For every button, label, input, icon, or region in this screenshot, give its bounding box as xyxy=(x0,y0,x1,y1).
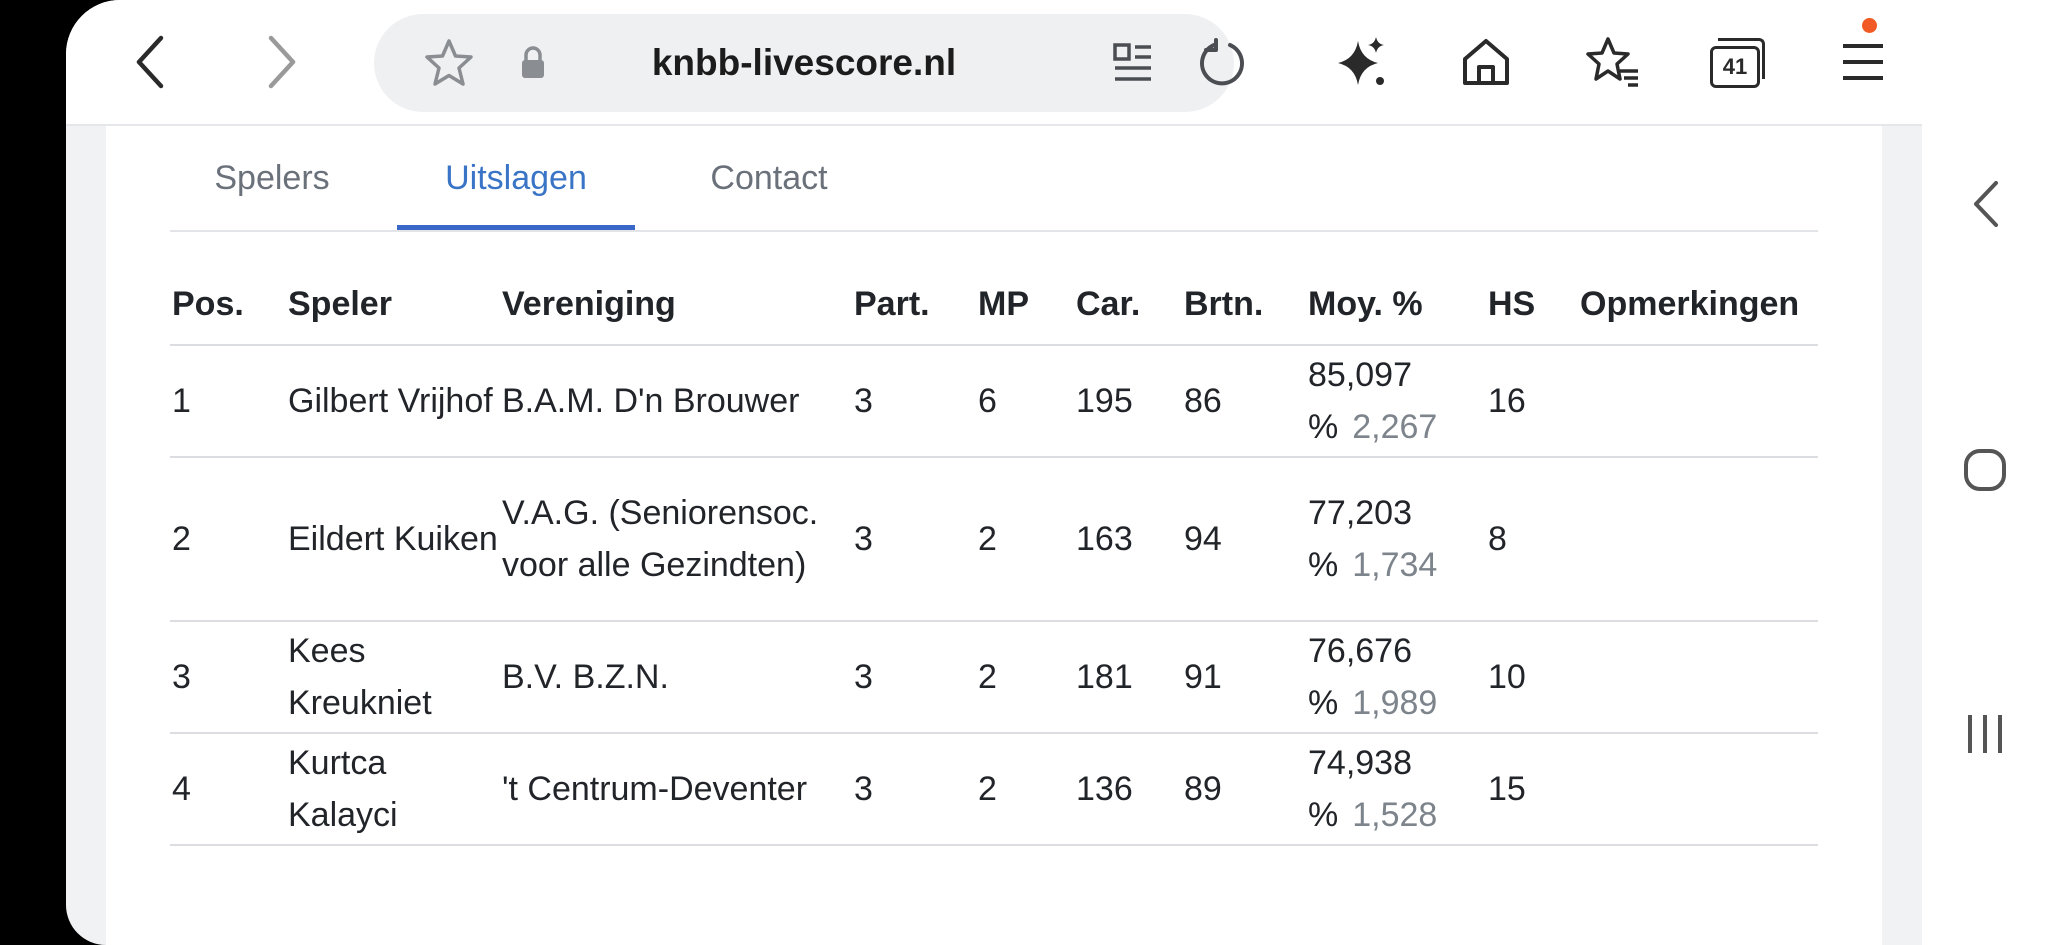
tabs-icon[interactable]: 41 xyxy=(1702,27,1772,97)
header-mp[interactable]: MP xyxy=(976,264,1074,346)
cell-moy: 85,097 % 2,267 xyxy=(1306,345,1486,458)
cell-car: 163 xyxy=(1074,457,1182,622)
cell-part: 3 xyxy=(852,733,976,846)
table-row: 4 Kurtca Kalayci 't Centrum-Deventer 3 2… xyxy=(170,733,1818,846)
cell-hs: 16 xyxy=(1486,345,1578,458)
cell-part: 3 xyxy=(852,345,976,458)
bookmarks-icon[interactable] xyxy=(1578,27,1648,97)
tab-spelers[interactable]: Spelers xyxy=(170,126,374,228)
system-nav-strip xyxy=(1922,0,2048,945)
moy-value: 2,267 xyxy=(1352,408,1438,446)
results-table: Pos. Speler Vereniging Part. MP Car. Brt… xyxy=(170,264,1818,846)
cell-moy: 76,676 % 1,989 xyxy=(1306,621,1486,734)
header-part[interactable]: Part. xyxy=(852,264,976,346)
cell-speler: Kurtca Kalayci xyxy=(286,733,500,846)
cell-speler: Eildert Kuiken xyxy=(286,457,500,622)
table-header-row: Pos. Speler Vereniging Part. MP Car. Brt… xyxy=(170,264,1818,346)
cell-mp: 2 xyxy=(976,621,1074,734)
recents-icon[interactable] xyxy=(1922,706,2048,762)
page-content: Spelers Uitslagen Contact Pos. Speler Ve… xyxy=(106,126,1882,945)
cell-car: 136 xyxy=(1074,733,1182,846)
cell-mp: 6 xyxy=(976,345,1074,458)
header-hs[interactable]: HS xyxy=(1486,264,1578,346)
cell-brtn: 86 xyxy=(1182,345,1306,458)
cell-moy: 74,938 % 1,528 xyxy=(1306,733,1486,846)
cell-vereniging: B.A.M. D'n Brouwer xyxy=(500,345,852,458)
moy-value: 1,734 xyxy=(1352,546,1438,584)
lock-icon xyxy=(508,38,558,88)
url-text: knbb-livescore.nl xyxy=(651,42,957,83)
table-row: 3 Kees Kreukniet B.V. B.Z.N. 3 2 181 91 … xyxy=(170,621,1818,734)
cell-speler: Gilbert Vrijhof xyxy=(286,345,500,458)
back-icon[interactable] xyxy=(116,27,186,97)
menu-icon[interactable] xyxy=(1828,27,1898,97)
table-row: 2 Eildert Kuiken V.A.G. (Seniorensoc. vo… xyxy=(170,457,1818,622)
cell-brtn: 91 xyxy=(1182,621,1306,734)
header-opmerkingen[interactable]: Opmerkingen xyxy=(1578,264,1818,346)
collapse-chevron-icon[interactable] xyxy=(1922,176,2048,232)
cell-pos: 1 xyxy=(170,345,286,458)
cell-part: 3 xyxy=(852,457,976,622)
cell-part: 3 xyxy=(852,621,976,734)
cell-vereniging: 't Centrum-Deventer xyxy=(500,733,852,846)
header-pos[interactable]: Pos. xyxy=(170,264,286,346)
header-speler[interactable]: Speler xyxy=(286,264,500,346)
cell-speler: Kees Kreukniet xyxy=(286,621,500,734)
address-bar[interactable]: knbb-livescore.nl xyxy=(374,14,1244,112)
browser-toolbar: knbb-livescore.nl 41 xyxy=(66,0,1922,126)
cell-pos: 2 xyxy=(170,457,286,622)
reload-icon[interactable] xyxy=(1192,34,1250,92)
tab-count: 41 xyxy=(1710,46,1760,88)
cell-brtn: 94 xyxy=(1182,457,1306,622)
moy-value: 1,989 xyxy=(1352,684,1438,722)
cell-opmerkingen xyxy=(1578,457,1818,622)
tab-uitslagen[interactable]: Uitslagen xyxy=(397,126,635,230)
header-vereniging[interactable]: Vereniging xyxy=(500,264,852,346)
cell-brtn: 89 xyxy=(1182,733,1306,846)
reader-icon[interactable] xyxy=(1108,38,1158,88)
browser-screen: knbb-livescore.nl 41 Spelers Uitslagen C… xyxy=(66,0,1922,945)
cell-opmerkingen xyxy=(1578,733,1818,846)
home-icon[interactable] xyxy=(1451,27,1521,97)
cell-vereniging: B.V. B.Z.N. xyxy=(500,621,852,734)
cell-hs: 15 xyxy=(1486,733,1578,846)
sparkle-icon[interactable] xyxy=(1326,27,1396,97)
cell-mp: 2 xyxy=(976,733,1074,846)
header-moy[interactable]: Moy. % xyxy=(1306,264,1486,346)
cell-vereniging: V.A.G. (Seniorensoc. voor alle Gezindten… xyxy=(500,457,852,622)
cell-car: 195 xyxy=(1074,345,1182,458)
tab-contact[interactable]: Contact xyxy=(658,126,880,228)
header-car[interactable]: Car. xyxy=(1074,264,1182,346)
cell-hs: 8 xyxy=(1486,457,1578,622)
notification-dot xyxy=(1862,18,1877,33)
home-circle-icon[interactable] xyxy=(1922,442,2048,498)
cell-moy: 77,203 % 1,734 xyxy=(1306,457,1486,622)
cell-car: 181 xyxy=(1074,621,1182,734)
cell-pos: 3 xyxy=(170,621,286,734)
star-icon[interactable] xyxy=(422,36,476,90)
tab-bar: Spelers Uitslagen Contact xyxy=(170,126,1818,232)
cell-mp: 2 xyxy=(976,457,1074,622)
moy-value: 1,528 xyxy=(1352,796,1438,834)
cell-hs: 10 xyxy=(1486,621,1578,734)
cell-pos: 4 xyxy=(170,733,286,846)
header-brtn[interactable]: Brtn. xyxy=(1182,264,1306,346)
cell-opmerkingen xyxy=(1578,621,1818,734)
table-row: 1 Gilbert Vrijhof B.A.M. D'n Brouwer 3 6… xyxy=(170,345,1818,458)
cell-opmerkingen xyxy=(1578,345,1818,458)
forward-icon[interactable] xyxy=(246,27,316,97)
